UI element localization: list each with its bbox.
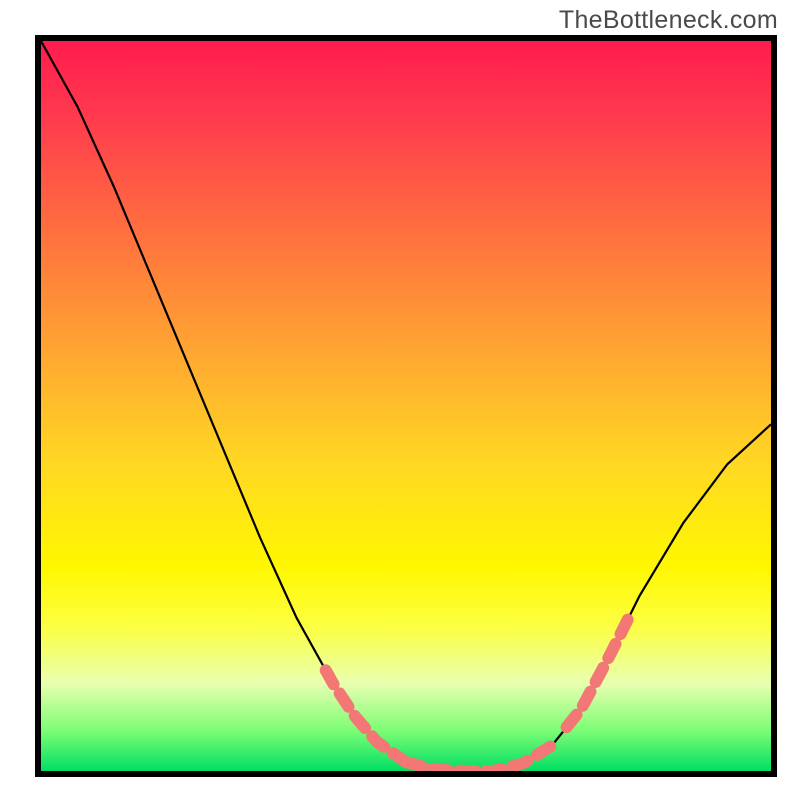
bottleneck-curve-svg xyxy=(41,41,771,771)
bead-segment-0 xyxy=(326,670,406,762)
chart-frame: TheBottleneck.com xyxy=(0,0,800,800)
plot-area xyxy=(35,35,777,777)
watermark-label: TheBottleneck.com xyxy=(559,6,778,35)
bottleneck-curve xyxy=(41,41,771,771)
bead-segment-2 xyxy=(567,610,633,727)
bead-segment-1 xyxy=(406,745,552,771)
bead-highlight-group xyxy=(326,610,633,771)
